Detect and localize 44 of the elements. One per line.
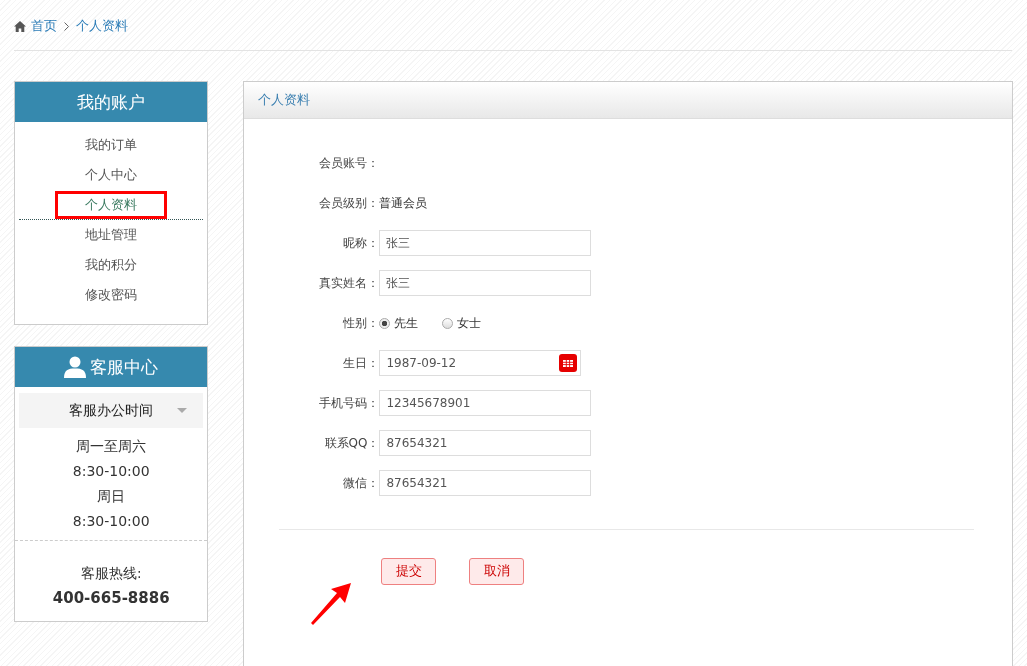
input-field[interactable]: 87654321 bbox=[379, 430, 592, 456]
input-field[interactable]: 张三 bbox=[379, 270, 592, 296]
calendar-icon[interactable] bbox=[559, 354, 578, 372]
breadcrumb-link[interactable]: 个人资料 bbox=[76, 17, 128, 35]
date-field[interactable]: 1987-09-12 bbox=[379, 350, 582, 376]
menu-item[interactable]: 个人中心 bbox=[19, 160, 204, 190]
input-field[interactable]: 87654321 bbox=[379, 470, 592, 496]
hours-text: 周一至周六 bbox=[75, 437, 148, 456]
input-field[interactable]: 张三 bbox=[379, 230, 592, 256]
menu-item[interactable]: 我的订单 bbox=[19, 130, 204, 160]
radio-option[interactable]: 女士 bbox=[442, 314, 482, 332]
field-label: 联系QQ： bbox=[323, 434, 380, 452]
menu-item[interactable]: 个人资料 bbox=[19, 190, 204, 220]
hours-text: 8:30-10:00 bbox=[71, 512, 151, 531]
menu-item[interactable]: 我的积分 bbox=[19, 250, 204, 280]
radio-option[interactable]: 先生 bbox=[379, 314, 419, 332]
form-button[interactable]: 提交 bbox=[381, 558, 437, 585]
field-label: 会员级别： bbox=[318, 194, 380, 212]
hours-dropdown[interactable]: 客服办公时间 bbox=[19, 393, 204, 428]
field-label: 生日： bbox=[342, 354, 380, 372]
chevron-icon bbox=[64, 21, 69, 31]
home-icon bbox=[14, 20, 26, 32]
field-label: 昵称： bbox=[342, 234, 380, 252]
hotline-number: 400-665-8886 bbox=[51, 588, 171, 609]
annotation-arrow bbox=[309, 581, 354, 625]
hotline-label: 客服热线: bbox=[79, 564, 143, 583]
panel-title: 客服中心 bbox=[90, 355, 159, 379]
breadcrumb-link[interactable]: 首页 bbox=[31, 17, 57, 35]
field-label: 真实姓名： bbox=[318, 274, 380, 292]
hours-text: 8:30-10:00 bbox=[71, 462, 151, 481]
menu-item[interactable]: 修改密码 bbox=[19, 280, 204, 310]
field-label: 性别： bbox=[342, 314, 380, 332]
field-label: 会员账号： bbox=[318, 154, 380, 172]
field-value: 普通会员 bbox=[379, 194, 428, 212]
radio-button[interactable] bbox=[379, 317, 391, 329]
hours-text: 周日 bbox=[96, 487, 127, 506]
menu-item[interactable]: 地址管理 bbox=[19, 220, 204, 250]
form-button[interactable]: 取消 bbox=[469, 558, 525, 585]
input-field[interactable]: 12345678901 bbox=[379, 390, 592, 416]
panel-header: 我的账户 bbox=[15, 82, 208, 122]
person-icon bbox=[64, 356, 87, 378]
field-label: 微信： bbox=[342, 474, 380, 492]
field-label: 手机号码： bbox=[318, 394, 380, 412]
radio-button[interactable] bbox=[442, 317, 454, 329]
